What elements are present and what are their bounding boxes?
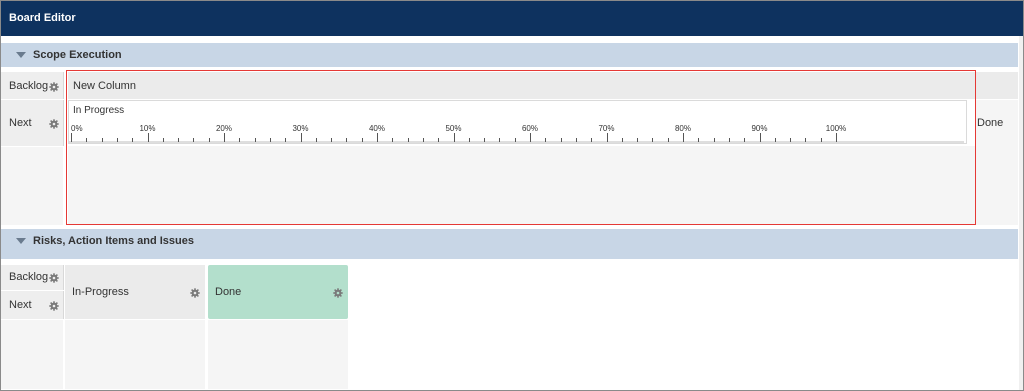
section-title: Risks, Action Items and Issues — [33, 235, 194, 247]
column-header-done[interactable]: Done — [208, 265, 348, 319]
lane-backlog[interactable]: Backlog — [1, 72, 64, 99]
ruler-tick-label: 70% — [598, 124, 614, 133]
lane-backlog[interactable]: Backlog — [1, 265, 64, 290]
lane-label: Next — [9, 299, 32, 311]
lane-next[interactable]: Next — [1, 291, 64, 319]
done-column-header — [976, 72, 1018, 99]
column-body — [68, 146, 975, 225]
section-title: Scope Execution — [33, 49, 122, 61]
gear-icon[interactable] — [49, 273, 59, 283]
lane-label: Next — [9, 117, 32, 129]
ruler-tick-label: 40% — [369, 124, 385, 133]
section-header-scope-execution[interactable]: Scope Execution — [1, 43, 1018, 67]
percent-ruler[interactable]: 0% 10% 20% 30% 40% 50% 60% 70% 80% 90% 100% — [69, 101, 966, 143]
lane-next[interactable]: Next — [1, 100, 64, 146]
chevron-down-icon[interactable] — [16, 238, 26, 244]
column-header-new[interactable]: New Column — [68, 72, 975, 99]
lane-empty-cell — [1, 147, 63, 225]
ruler-tick-label: 20% — [216, 124, 232, 133]
ruler-tick-label: 80% — [675, 124, 691, 133]
column-label: Done — [215, 286, 242, 298]
gear-icon[interactable] — [49, 301, 59, 311]
gear-icon[interactable] — [190, 288, 200, 298]
column-label: Done — [977, 117, 1004, 129]
column-label: New Column — [73, 80, 136, 92]
column-body — [208, 320, 348, 389]
section-header-risks[interactable]: Risks, Action Items and Issues — [1, 229, 1018, 259]
chevron-down-icon[interactable] — [16, 52, 26, 58]
lane-empty-cell — [1, 320, 63, 389]
window-title: Board Editor — [1, 1, 1023, 36]
lane-label: Backlog — [9, 271, 49, 283]
column-body — [65, 320, 205, 389]
ruler-tick-label: 50% — [445, 124, 461, 133]
gear-icon[interactable] — [49, 82, 59, 92]
ruler-tick-label: 100% — [826, 124, 846, 133]
column-label: In-Progress — [72, 286, 129, 298]
gear-icon[interactable] — [333, 288, 343, 298]
wip-ruler-panel[interactable]: In Progress 0% 10% 20% 30% 40% 50% 60% 70% 80% 90… — [68, 100, 967, 144]
ruler-tick-label: 0% — [71, 124, 83, 133]
ruler-tick-label: 90% — [751, 124, 767, 133]
ruler-tick-label: 10% — [139, 124, 155, 133]
gear-icon[interactable] — [49, 119, 59, 129]
lane-label: Backlog — [9, 80, 49, 92]
ruler-tick-label: 30% — [292, 124, 308, 133]
vertical-scrollbar[interactable] — [1019, 36, 1023, 390]
column-header-in-progress[interactable]: In-Progress — [65, 265, 205, 319]
ruler-tick-label: 60% — [522, 124, 538, 133]
done-column-body: Done — [976, 100, 1018, 225]
